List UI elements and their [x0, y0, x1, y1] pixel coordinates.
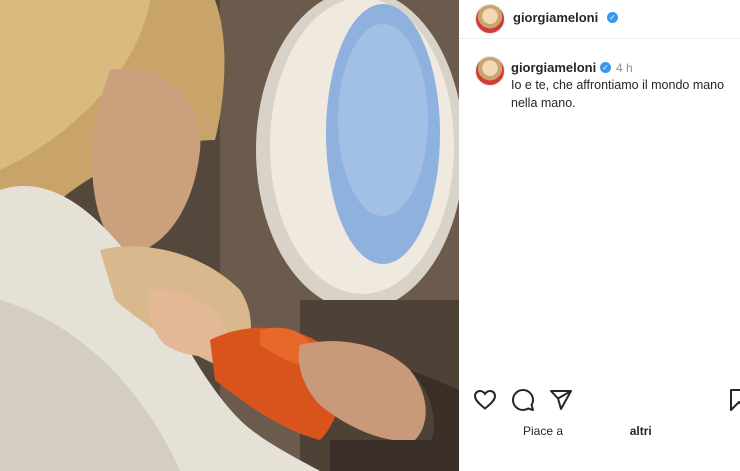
caption-line-2: nella mano.: [511, 96, 576, 110]
verified-icon: ✓: [600, 62, 611, 73]
post-header: giorgiameloni ✓: [459, 0, 740, 39]
likes-suffix: altri: [629, 424, 652, 438]
likes-prefix: Piace a: [523, 424, 564, 438]
caption-username[interactable]: giorgiameloni: [511, 60, 596, 75]
post-panel: giorgiameloni ✓ giorgiameloni ✓ 4 h Io e…: [459, 0, 740, 471]
likes-redacted-name: [566, 425, 627, 438]
heart-icon[interactable]: [473, 388, 497, 412]
comment-icon[interactable]: [511, 388, 535, 412]
caption-line-1: Io e te, che affrontiamo il mondo mano: [511, 78, 725, 92]
action-bar: [473, 388, 740, 416]
photo-illustration: [0, 0, 459, 471]
caption-avatar[interactable]: [475, 56, 505, 86]
post-photo[interactable]: [0, 0, 459, 471]
header-username[interactable]: giorgiameloni: [513, 10, 598, 25]
likes-summary[interactable]: Piace a altri: [523, 424, 652, 438]
bookmark-icon[interactable]: [729, 388, 740, 412]
share-icon[interactable]: [549, 388, 573, 412]
post-caption: Io e te, che affrontiamo il mondo mano n…: [511, 76, 737, 112]
post-time[interactable]: 4 h: [616, 61, 633, 75]
avatar[interactable]: [475, 4, 505, 34]
verified-icon: ✓: [607, 12, 618, 23]
